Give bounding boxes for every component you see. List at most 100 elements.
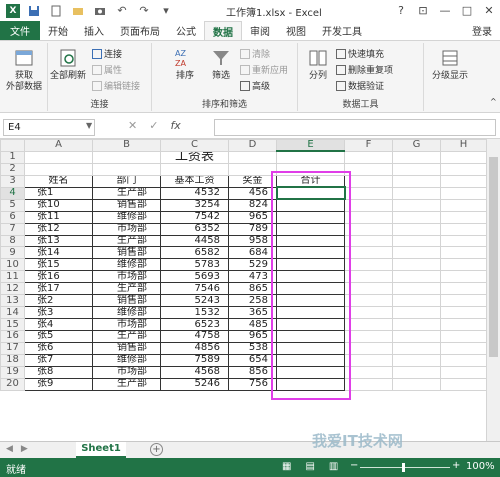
table-cell[interactable]: 张3 [24,306,93,320]
grid-cell[interactable] [344,234,393,248]
camera-icon[interactable] [92,3,108,19]
grid-cell[interactable] [440,377,487,391]
row-header[interactable]: 17 [0,341,25,355]
row-header[interactable]: 12 [0,282,25,296]
table-cell[interactable]: 5243 [160,294,229,308]
row-header[interactable]: 7 [0,222,25,236]
filter-button[interactable]: 筛选 [208,47,234,82]
grid-cell[interactable] [392,353,441,367]
grid-cell[interactable] [344,150,393,164]
grid-cell[interactable] [344,365,393,379]
row-header[interactable]: 19 [0,365,25,379]
table-cell[interactable]: 473 [228,270,277,284]
table-cell[interactable]: 张17 [24,282,93,296]
formula-input[interactable] [214,119,496,136]
column-header-f[interactable]: F [344,139,393,152]
ribbon-display-button[interactable]: ⊡ [412,0,434,21]
table-cell[interactable]: 958 [228,234,277,248]
login-link[interactable]: 登录 [464,21,500,40]
collapse-ribbon-icon[interactable]: ^ [490,97,497,106]
remove-duplicates-button[interactable]: 删除重复项 [336,63,393,76]
grid-cell[interactable] [392,318,441,331]
grid-cell[interactable] [344,377,393,391]
vertical-scrollbar[interactable] [486,139,500,441]
tab-insert[interactable]: 插入 [76,21,112,40]
grid-cell[interactable] [344,258,393,272]
outline-button[interactable]: 分级显示 [430,47,470,82]
grid-cell[interactable] [392,306,441,320]
column-header-d[interactable]: D [228,139,277,152]
page-layout-view-icon[interactable]: ▤ [305,461,314,472]
row-header[interactable]: 9 [0,246,25,260]
table-cell[interactable]: 市场部 [92,270,161,284]
table-cell[interactable]: 张1 [24,186,93,200]
total-cell[interactable] [276,330,345,343]
row-header[interactable]: 14 [0,306,25,320]
grid-cell[interactable] [392,258,441,272]
grid-cell[interactable] [392,150,441,164]
maximize-button[interactable]: □ [456,0,478,21]
sheet-tab-sheet1[interactable]: Sheet1 [76,442,126,458]
table-cell[interactable]: 965 [228,330,277,343]
row-header[interactable]: 15 [0,318,25,331]
grid-cell[interactable] [392,365,441,379]
tab-developer[interactable]: 开发工具 [314,21,370,40]
open-folder-icon[interactable] [70,3,86,19]
grid-cell[interactable] [440,294,487,308]
grid-cell[interactable] [228,150,277,164]
grid-cell[interactable] [440,246,487,260]
grid-cell[interactable] [392,198,441,212]
grid-cell[interactable] [344,222,393,236]
reapply-button[interactable]: 重新应用 [240,63,288,76]
row-header[interactable]: 11 [0,270,25,284]
tab-home[interactable]: 开始 [40,21,76,40]
row-header[interactable]: 5 [0,198,25,212]
grid-cell[interactable] [392,270,441,284]
grid-cell[interactable] [344,270,393,284]
row-header[interactable]: 3 [0,174,25,188]
page-break-view-icon[interactable]: ▥ [329,461,338,472]
table-cell[interactable]: 7546 [160,282,229,296]
grid-cell[interactable] [344,174,393,188]
table-cell[interactable]: 张2 [24,294,93,308]
grid-cell[interactable] [392,341,441,355]
table-cell[interactable]: 市场部 [92,318,161,331]
grid-cell[interactable] [440,341,487,355]
table-cell[interactable]: 7542 [160,210,229,224]
undo-icon[interactable]: ↶ [114,3,130,19]
cancel-entry-icon[interactable]: ✕ [128,119,137,132]
zoom-in-button[interactable]: + [452,460,460,471]
grid-cell[interactable] [344,330,393,343]
total-cell[interactable] [276,365,345,379]
select-all-corner[interactable] [0,139,25,152]
table-cell[interactable]: 5246 [160,377,229,391]
grid-cell[interactable] [160,162,229,176]
table-cell[interactable]: 485 [228,318,277,331]
prev-sheet-icon[interactable]: ◀ [6,444,13,454]
grid-cell[interactable] [344,282,393,296]
grid-cell[interactable] [392,186,441,200]
table-cell[interactable]: 生产部 [92,377,161,391]
grid-cell[interactable] [440,306,487,320]
row-header[interactable]: 18 [0,353,25,367]
table-cell[interactable]: 965 [228,210,277,224]
total-cell[interactable] [276,258,345,272]
add-sheet-button[interactable]: + [150,443,163,456]
table-cell[interactable]: 865 [228,282,277,296]
table-cell[interactable]: 6523 [160,318,229,331]
column-header-b[interactable]: B [92,139,161,152]
total-cell[interactable] [276,270,345,284]
tab-page-layout[interactable]: 页面布局 [112,21,168,40]
sheet-title[interactable]: 工资表 [160,150,229,164]
sort-button[interactable]: AZ ZA 排序 [172,47,198,82]
save-icon[interactable] [26,3,42,19]
refresh-all-button[interactable]: 全部刷新 [50,47,86,82]
table-cell[interactable]: 365 [228,306,277,320]
tab-file[interactable]: 文件 [0,21,40,40]
total-cell[interactable] [276,341,345,355]
grid-cell[interactable] [92,162,161,176]
grid-cell[interactable] [392,210,441,224]
grid-cell[interactable] [392,246,441,260]
tab-view[interactable]: 视图 [278,21,314,40]
total-cell[interactable] [276,318,345,331]
